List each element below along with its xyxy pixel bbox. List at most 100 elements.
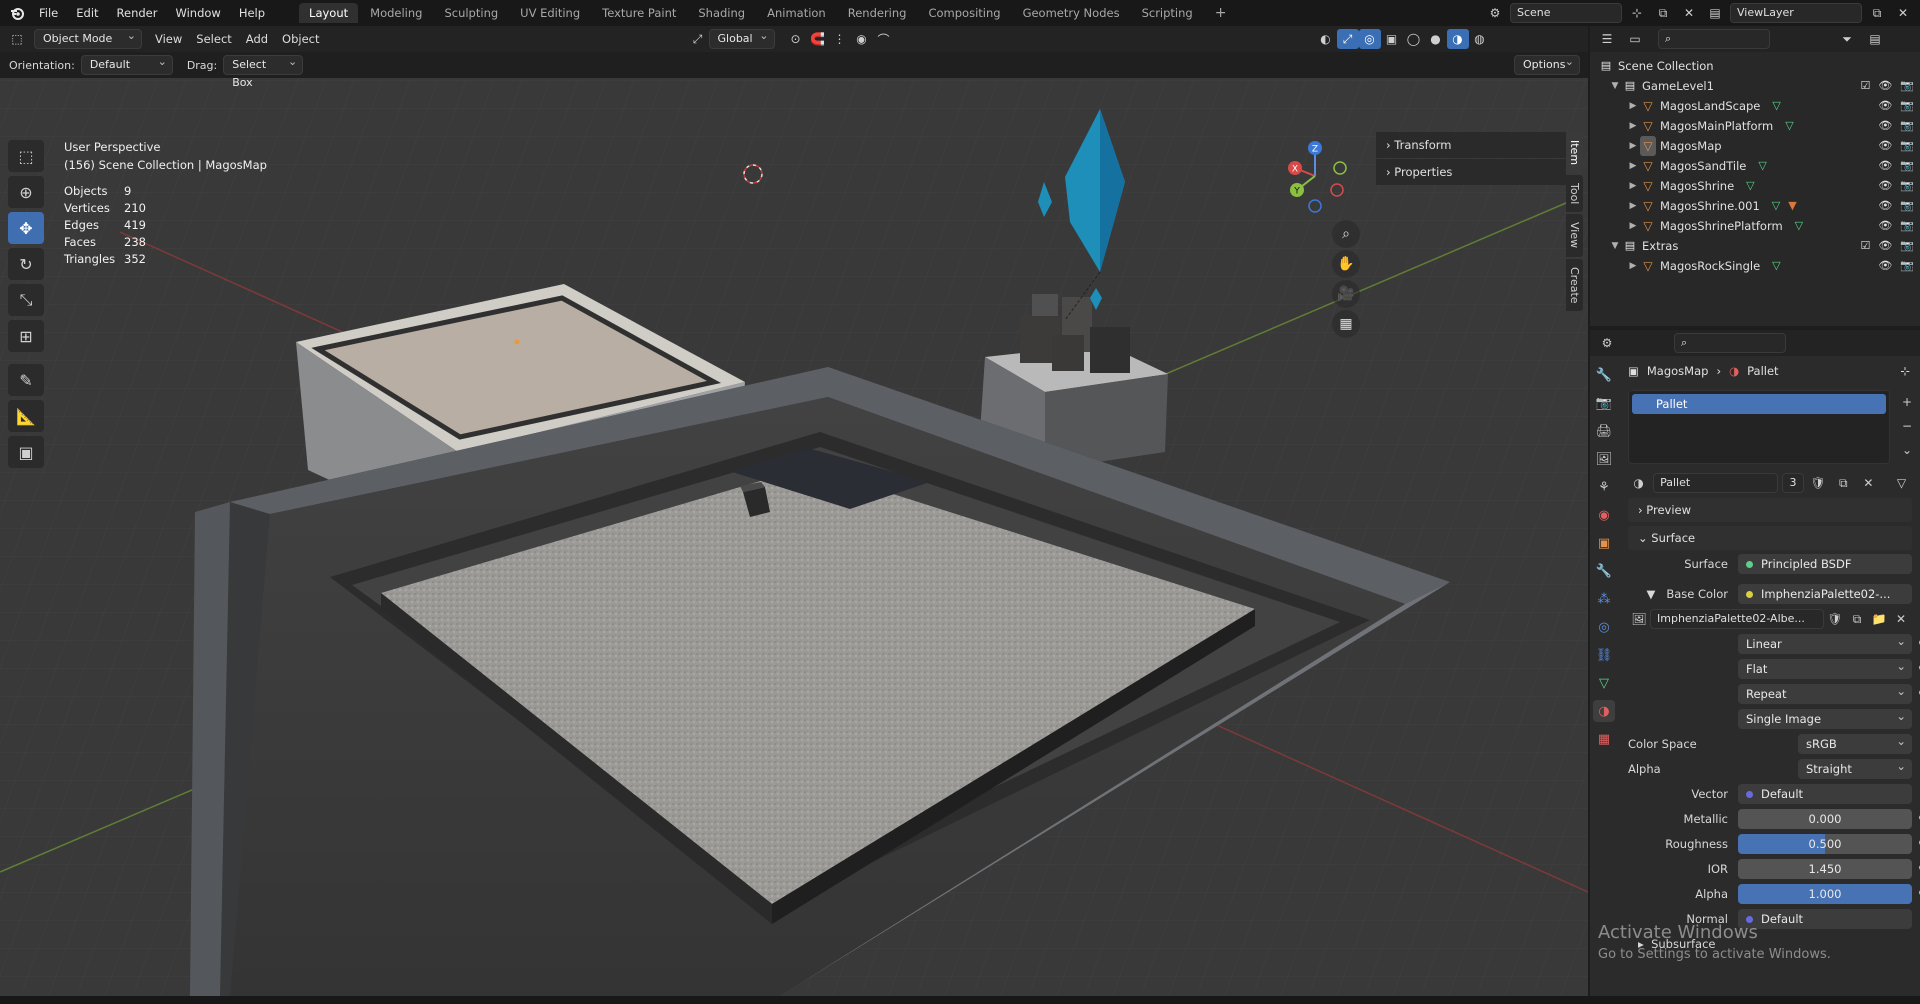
delete-view-layer-icon[interactable]: ✕ [1892, 3, 1914, 23]
image-unlink-icon[interactable]: ✕ [1890, 609, 1912, 629]
menu-add[interactable]: Add [239, 32, 275, 46]
base-color-field[interactable]: ImphenziaPalette02-... [1738, 584, 1912, 604]
outliner-row-magosmainplatform[interactable]: ▶ ▽ MagosMainPlatform ▽ 👁 📷 [1590, 116, 1920, 136]
tool-tab-icon[interactable]: 🔧 [1593, 364, 1615, 386]
physics-tab-icon[interactable]: ◎ [1593, 616, 1615, 638]
pivot-icon[interactable]: ⊙ [785, 29, 807, 49]
alpha-slider[interactable]: 1.000 [1738, 884, 1912, 904]
eye-icon[interactable]: 👁 [1878, 256, 1892, 276]
render-camera-icon[interactable]: 📷 [1900, 176, 1914, 196]
data-tab-icon[interactable]: ▽ [1593, 672, 1615, 694]
render-camera-icon[interactable]: 📷 [1900, 136, 1914, 156]
tab-texture-paint[interactable]: Texture Paint [592, 3, 686, 23]
source-dropdown[interactable]: Single Image [1738, 706, 1912, 729]
scale-tool-icon[interactable]: ⤡ [8, 284, 44, 316]
options-dropdown[interactable]: Options [1514, 53, 1580, 75]
ortho-grid-icon[interactable]: ▦ [1332, 310, 1360, 338]
material-name-field[interactable]: Pallet [1653, 473, 1779, 493]
visibility-icon[interactable]: ◐ [1315, 29, 1337, 49]
new-collection-icon[interactable]: ▤ [1864, 29, 1886, 49]
browse-material-icon[interactable]: ◑ [1628, 473, 1649, 493]
select-tool-icon[interactable]: ⬚ [8, 140, 44, 172]
render-tab-icon[interactable]: 📷 [1593, 392, 1615, 414]
rotate-tool-icon[interactable]: ↻ [8, 248, 44, 280]
eye-icon[interactable]: 👁 [1878, 136, 1892, 156]
properties-section[interactable]: › Properties [1376, 159, 1566, 185]
gizmo-toggle-icon[interactable]: ⤢ [1336, 29, 1359, 49]
surface-shader-field[interactable]: Principled BSDF [1738, 554, 1912, 574]
menu-object[interactable]: Object [275, 32, 326, 46]
tab-sculpting[interactable]: Sculpting [434, 3, 508, 23]
modifier-tab-icon[interactable]: 🔧 [1593, 560, 1615, 582]
zoom-icon[interactable]: ⌕ [1332, 220, 1360, 248]
vector-field[interactable]: Default [1738, 784, 1912, 804]
mode-selector[interactable]: Object Mode [34, 27, 142, 49]
outliner-row-magossandtile[interactable]: ▶ ▽ MagosSandTile ▽ 👁 📷 [1590, 156, 1920, 176]
outliner-editor-icon[interactable]: ☰ [1596, 29, 1618, 49]
render-camera-icon[interactable]: 📷 [1900, 216, 1914, 236]
interpolation-dropdown[interactable]: Linear [1738, 631, 1912, 654]
eye-icon[interactable]: 👁 [1878, 156, 1892, 176]
menu-file[interactable]: File [30, 2, 67, 24]
checkbox-icon[interactable]: ☑ [1860, 236, 1870, 256]
slot-specials-icon[interactable]: ⌄ [1896, 440, 1918, 460]
new-scene-icon[interactable]: ⧉ [1652, 3, 1674, 23]
outliner-row-magosshrineplatform[interactable]: ▶ ▽ MagosShrinePlatform ▽ 👁 📷 [1590, 216, 1920, 236]
sidebar-tab-view[interactable]: View [1566, 214, 1583, 257]
surface-section[interactable]: ⌄ Surface [1628, 526, 1912, 550]
blender-logo-icon[interactable] [4, 2, 30, 24]
tab-layout[interactable]: Layout [299, 3, 359, 23]
drag-dropdown[interactable]: Select Box [223, 53, 304, 89]
render-camera-icon[interactable]: 📷 [1900, 96, 1914, 116]
pin-icon[interactable]: ⊹ [1900, 364, 1910, 378]
expand-arrow-icon[interactable]: ▶ [1626, 156, 1640, 176]
tab-rendering[interactable]: Rendering [838, 3, 917, 23]
tab-modeling[interactable]: Modeling [360, 3, 432, 23]
annotate-tool-icon[interactable]: ✎ [8, 364, 44, 396]
outliner-search-input[interactable]: ⌕ [1658, 29, 1770, 49]
material-slot[interactable]: Pallet [1632, 394, 1886, 414]
ior-field[interactable]: 1.450 [1738, 859, 1912, 879]
wireframe-shading-icon[interactable]: ◯ [1403, 29, 1425, 49]
orientation-icon[interactable]: ⤢ [687, 29, 709, 49]
duplicate-material-icon[interactable]: ⧉ [1833, 473, 1854, 493]
projection-dropdown[interactable]: Flat [1738, 656, 1912, 679]
outliner-row-magosrocksingle[interactable]: ▶ ▽ MagosRockSingle ▽ 👁 📷 [1590, 256, 1920, 276]
particles-tab-icon[interactable]: ⁂ [1593, 588, 1615, 610]
navigation-gizmo[interactable]: Z X Y [1285, 138, 1355, 218]
render-camera-icon[interactable]: 📷 [1900, 116, 1914, 136]
outliner-row-magosshrine[interactable]: ▶ ▽ MagosShrine ▽ 👁 📷 [1590, 176, 1920, 196]
outliner-row-magosshrine-001[interactable]: ▶ ▽ MagosShrine.001 ▽ ▼ 👁 📷 [1590, 196, 1920, 216]
menu-view[interactable]: View [148, 32, 189, 46]
image-open-icon[interactable]: 📁 [1868, 609, 1890, 629]
tab-uv-editing[interactable]: UV Editing [510, 3, 590, 23]
overlay-toggle-icon[interactable]: ◎ [1358, 29, 1381, 49]
add-workspace-button[interactable]: + [1205, 3, 1237, 23]
pin-icon[interactable]: ⊹ [1626, 3, 1648, 23]
orientation-dropdown[interactable]: Default [80, 53, 173, 75]
expand-arrow-icon[interactable]: ▼ [1608, 236, 1622, 256]
render-camera-icon[interactable]: 📷 [1900, 256, 1914, 276]
tab-animation[interactable]: Animation [757, 3, 836, 23]
add-cube-tool-icon[interactable]: ▣ [8, 436, 44, 468]
output-tab-icon[interactable]: 🖨 [1593, 420, 1615, 442]
view-layer-tab-icon[interactable]: 🖼 [1593, 448, 1615, 470]
sidebar-tab-create[interactable]: Create [1566, 258, 1583, 312]
remove-slot-icon[interactable]: − [1896, 416, 1918, 436]
transform-tool-icon[interactable]: ⊞ [8, 320, 44, 352]
material-users-count[interactable]: 3 [1782, 473, 1804, 493]
eye-icon[interactable]: 👁 [1878, 236, 1892, 256]
menu-help[interactable]: Help [230, 2, 274, 24]
outliner-row-gamelevel1[interactable]: ▼ ▤ GameLevel1 ☑ 👁 📷 [1590, 76, 1920, 96]
eye-icon[interactable]: 👁 [1878, 176, 1892, 196]
eye-icon[interactable]: 👁 [1878, 216, 1892, 236]
object-tab-icon[interactable]: ▣ [1593, 532, 1615, 554]
material-slot-list[interactable]: Pallet [1628, 390, 1890, 464]
metallic-slider[interactable]: 0.000 [1738, 809, 1912, 829]
eye-icon[interactable]: 👁 [1878, 196, 1892, 216]
rendered-shading-icon[interactable]: ◍ [1469, 29, 1491, 49]
solid-shading-icon[interactable]: ● [1425, 29, 1447, 49]
color-space-dropdown[interactable]: sRGB [1798, 731, 1912, 754]
view-layer-field[interactable]: ViewLayer [1730, 3, 1862, 23]
eye-icon[interactable]: 👁 [1878, 76, 1892, 96]
